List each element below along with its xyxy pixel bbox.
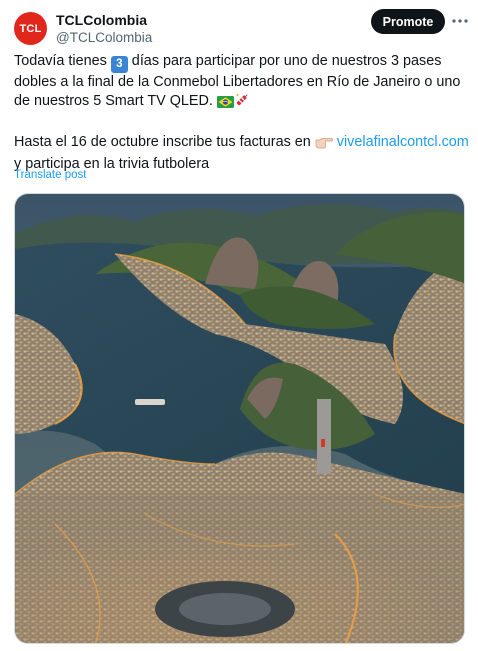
rio-aerial-photo (15, 194, 464, 643)
post-image[interactable] (14, 193, 465, 644)
pointing-right-hand-icon (315, 136, 333, 155)
tweet-card: TCL TCLColombia @TCLColombia Promote Tod… (0, 0, 478, 651)
translate-post-link[interactable]: Translate post (14, 169, 86, 181)
tweet-text-segment: Hasta el 16 de octubre inscribe tus fact… (14, 134, 315, 150)
author-info[interactable]: TCLColombia @TCLColombia (56, 11, 152, 47)
more-horizontal-icon (452, 19, 468, 23)
tweet-text: Todavía tienes 3 días para participar po… (14, 52, 470, 174)
tweet-text-segment: Todavía tienes (14, 53, 111, 69)
avatar-logo-text: TCL (19, 22, 42, 35)
tweet-paragraph-1: Todavía tienes 3 días para participar po… (14, 52, 470, 114)
keycap-number-emoji: 3 (110, 56, 128, 73)
more-options-button[interactable] (451, 12, 469, 30)
promote-button[interactable]: Promote (371, 9, 445, 34)
promo-link[interactable]: vivelafinalcontcl.com (337, 134, 469, 150)
author-name[interactable]: TCLColombia (56, 11, 152, 29)
author-handle[interactable]: @TCLColombia (56, 29, 152, 47)
brazil-flag-icon (216, 95, 234, 114)
avatar[interactable]: TCL (14, 12, 47, 45)
firecracker-icon (234, 92, 250, 114)
tweet-paragraph-2: Hasta el 16 de octubre inscribe tus fact… (14, 133, 470, 174)
